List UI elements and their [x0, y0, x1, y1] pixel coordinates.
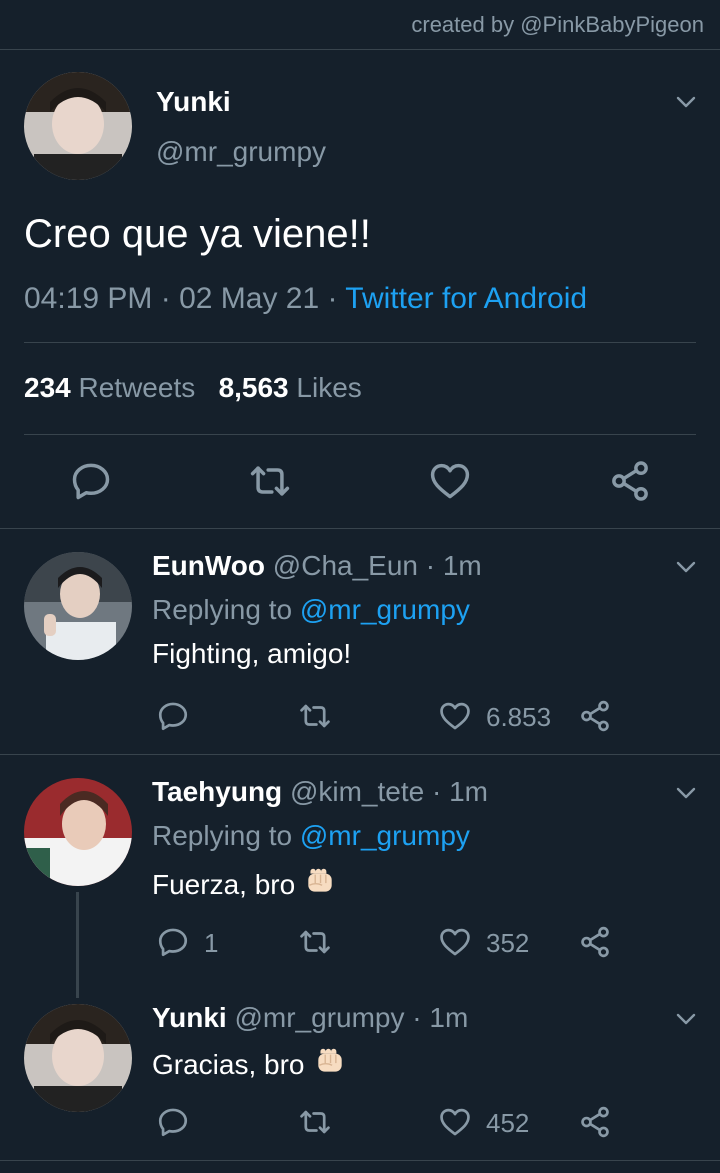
handle-time[interactable]: @kim_tete · 1m [290, 776, 488, 807]
avatar[interactable] [24, 72, 132, 180]
retweet-icon[interactable] [298, 1105, 332, 1139]
like-count: 352 [486, 928, 530, 958]
reply-text: Fighting, amigo! [152, 638, 352, 669]
like-count: 6.853 [486, 702, 552, 732]
like-icon[interactable] [428, 459, 472, 503]
retweet-icon[interactable] [248, 459, 292, 503]
avatar[interactable] [24, 552, 132, 660]
divider [0, 49, 720, 50]
avatar[interactable] [24, 778, 132, 886]
replying-to: Replying to @mr_grumpy [152, 594, 470, 626]
divider [24, 342, 696, 343]
reply-icon[interactable] [156, 1105, 190, 1139]
reply-header: EunWoo @Cha_Eun · 1m [152, 550, 482, 582]
tweet-stats: 234 Retweets 8,563 Likes [24, 372, 362, 404]
share-icon[interactable] [578, 1105, 612, 1139]
tweet-time: 04:19 PM · 02 May 21 · [24, 282, 346, 315]
tweet-meta: 04:19 PM · 02 May 21 · Twitter for Andro… [24, 282, 587, 316]
reply-count: 1 [204, 928, 219, 958]
replying-to: Replying to @mr_grumpy [152, 820, 470, 852]
divider [0, 528, 720, 529]
share-icon[interactable] [608, 459, 652, 503]
chevron-down-icon[interactable] [674, 781, 698, 805]
fist-emoji-icon [313, 1044, 347, 1078]
share-icon[interactable] [578, 925, 612, 959]
retweet-icon[interactable] [298, 699, 332, 733]
divider [0, 1160, 720, 1161]
chevron-down-icon[interactable] [674, 90, 698, 114]
replying-prefix: Replying to [152, 820, 300, 851]
reply-icon[interactable] [156, 925, 190, 959]
author-name[interactable]: Yunki [152, 1002, 227, 1033]
reply-header: Yunki @mr_grumpy · 1m [152, 1002, 468, 1034]
reply-header: Taehyung @kim_tete · 1m [152, 776, 488, 808]
replying-to-handle[interactable]: @mr_grumpy [300, 594, 470, 625]
reply-text-row: Fuerza, bro [152, 864, 337, 901]
tweet-text: Creo que ya viene!! [24, 212, 371, 256]
reply-icon[interactable] [69, 459, 113, 503]
reply-icon[interactable] [156, 699, 190, 733]
author-name[interactable]: Taehyung [152, 776, 282, 807]
divider [0, 754, 720, 755]
like-icon[interactable] [438, 699, 472, 733]
avatar[interactable] [24, 1004, 132, 1112]
divider [24, 434, 696, 435]
author-name[interactable]: EunWoo [152, 550, 265, 581]
fist-emoji-icon [303, 864, 337, 898]
thread-connector [76, 892, 79, 998]
like-icon[interactable] [438, 1105, 472, 1139]
chevron-down-icon[interactable] [674, 1007, 698, 1031]
chevron-down-icon[interactable] [674, 555, 698, 579]
like-icon[interactable] [438, 925, 472, 959]
credit-text: created by @PinkBabyPigeon [411, 12, 704, 37]
tweet-source[interactable]: Twitter for Android [345, 282, 587, 315]
retweet-icon[interactable] [298, 925, 332, 959]
author-name[interactable]: Yunki [156, 86, 231, 118]
replying-to-handle[interactable]: @mr_grumpy [300, 820, 470, 851]
reply-text-row: Gracias, bro [152, 1044, 347, 1081]
likes-label[interactable]: Likes [296, 372, 361, 403]
like-count: 452 [486, 1108, 530, 1138]
like-count[interactable]: 8,563 [219, 372, 289, 403]
retweets-label[interactable]: Retweets [79, 372, 196, 403]
retweet-count[interactable]: 234 [24, 372, 71, 403]
replying-prefix: Replying to [152, 594, 300, 625]
reply-text: Gracias, bro [152, 1049, 305, 1080]
handle-time[interactable]: @mr_grumpy · 1m [234, 1002, 468, 1033]
handle-time[interactable]: @Cha_Eun · 1m [273, 550, 482, 581]
share-icon[interactable] [578, 699, 612, 733]
reply-text: Fuerza, bro [152, 869, 296, 900]
author-handle[interactable]: @mr_grumpy [156, 136, 326, 168]
